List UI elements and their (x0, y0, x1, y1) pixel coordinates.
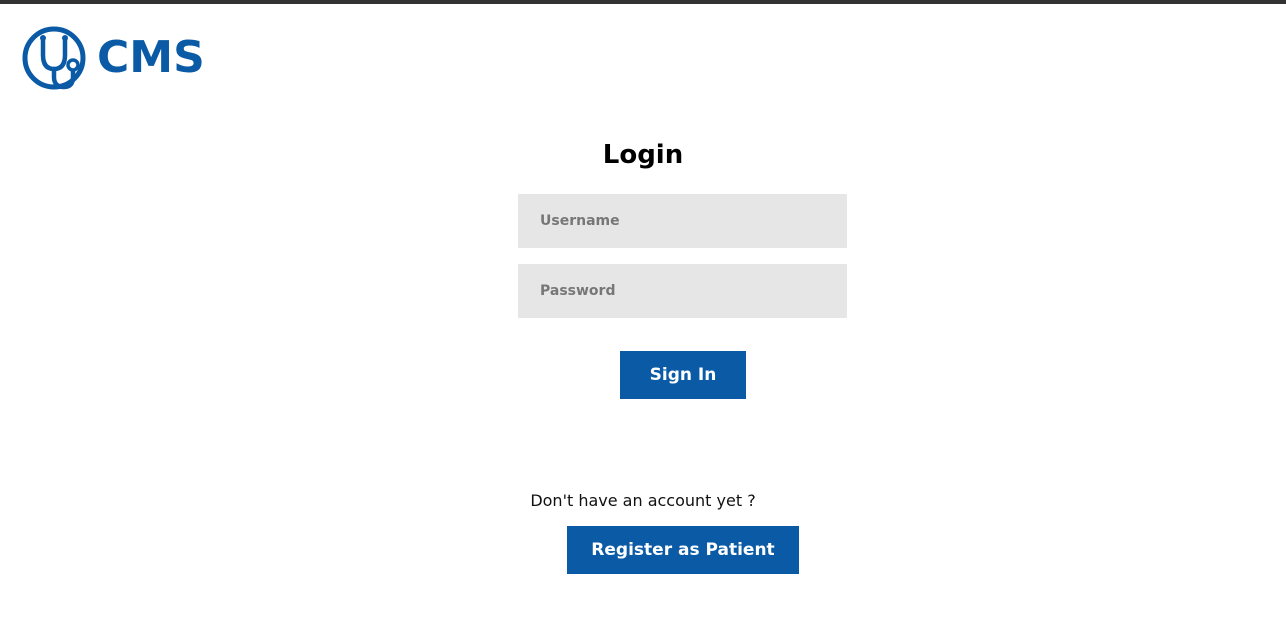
register-prompt: Don't have an account yet ? (530, 491, 756, 510)
register-as-patient-button[interactable]: Register as Patient (567, 526, 799, 574)
username-input[interactable] (518, 194, 847, 248)
logo-text: CMS (97, 32, 205, 83)
top-border (0, 0, 1286, 4)
password-input[interactable] (518, 264, 847, 318)
page-title: Login (602, 140, 684, 170)
stethoscope-icon (22, 26, 86, 90)
logo[interactable]: CMS (21, 25, 205, 91)
sign-in-button[interactable]: Sign In (620, 351, 746, 399)
